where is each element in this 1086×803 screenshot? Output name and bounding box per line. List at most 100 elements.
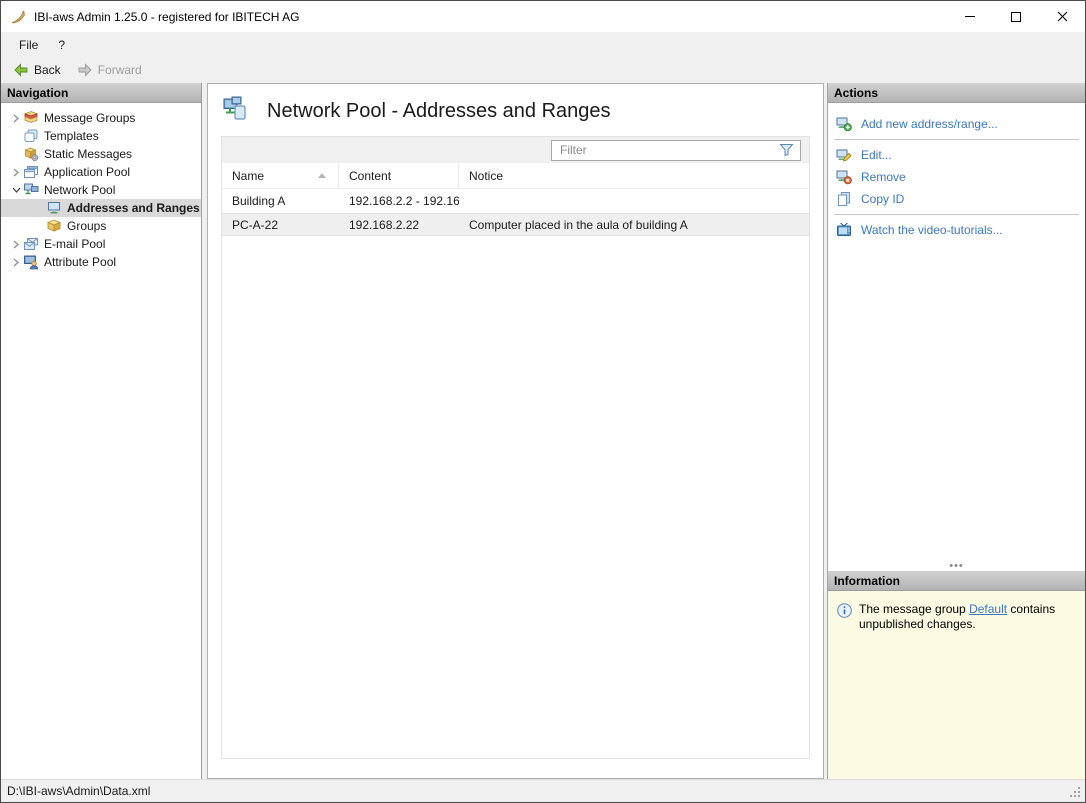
title-bar: IBI-aws Admin 1.25.0 - registered for IB…: [1, 1, 1085, 32]
actions-separator: [834, 139, 1079, 140]
close-icon: [1057, 11, 1067, 22]
column-label: Name: [232, 168, 265, 183]
sort-ascending-icon: [318, 173, 326, 178]
tree-label: Addresses and Ranges: [67, 201, 200, 215]
back-arrow-icon: [14, 63, 28, 77]
information-panel: The message group Default contains unpub…: [828, 591, 1085, 779]
forward-arrow-icon: [78, 63, 92, 77]
default-message-group-link[interactable]: Default: [969, 602, 1007, 616]
window-title: IBI-aws Admin 1.25.0 - registered for IB…: [34, 9, 300, 24]
back-label: Back: [34, 63, 61, 77]
action-label: Watch the video-tutorials...: [861, 223, 1003, 237]
action-watch-video-tutorials[interactable]: Watch the video-tutorials...: [828, 219, 1085, 241]
minimize-button[interactable]: [947, 1, 993, 32]
tree-item-static-messages[interactable]: Static Messages: [1, 145, 201, 163]
tree-item-message-groups[interactable]: Message Groups: [1, 109, 201, 127]
app-window: IBI-aws Admin 1.25.0 - registered for IB…: [0, 0, 1086, 803]
page-title: Network Pool - Addresses and Ranges: [267, 99, 611, 122]
table-row[interactable]: Building A 192.168.2.2 - 192.16...: [222, 189, 809, 213]
tree-label: Groups: [67, 219, 107, 233]
page-title-row: Network Pool - Addresses and Ranges: [208, 84, 823, 136]
tree-item-groups[interactable]: Groups: [1, 217, 201, 235]
main-panel: Network Pool - Addresses and Ranges Name: [207, 83, 824, 779]
menu-file[interactable]: File: [9, 35, 48, 55]
column-label: Content: [349, 168, 392, 183]
chevron-right-icon[interactable]: [9, 258, 23, 267]
chevron-right-icon[interactable]: [9, 168, 23, 177]
chevron-right-icon[interactable]: [9, 240, 23, 249]
column-header-name[interactable]: Name: [222, 163, 339, 188]
cell-name: PC-A-22: [232, 217, 279, 232]
tree-item-addresses-and-ranges[interactable]: Addresses and Ranges: [1, 199, 201, 217]
tree-label: Attribute Pool: [44, 255, 117, 269]
email-pool-icon: [23, 236, 39, 252]
content-area: Navigation Message Groups Templates Stat…: [1, 83, 1085, 779]
network-pool-page-icon: [223, 96, 246, 120]
status-bar: D:\IBI-aws\Admin\Data.xml: [1, 779, 1085, 802]
status-file-path: D:\IBI-aws\Admin\Data.xml: [7, 784, 151, 798]
actions-separator: [834, 214, 1079, 215]
action-label: Copy ID: [861, 192, 905, 206]
cell-notice: Computer placed in the aula of building …: [469, 217, 688, 232]
navigation-panel: Navigation Message Groups Templates Stat…: [1, 83, 202, 779]
cell-name: Building A: [232, 194, 286, 208]
action-remove[interactable]: Remove: [828, 166, 1085, 188]
column-header-notice[interactable]: Notice: [459, 163, 809, 188]
panel-splitter-grip[interactable]: •••: [828, 561, 1085, 572]
addresses-icon: [46, 200, 62, 216]
back-button[interactable]: Back: [6, 60, 68, 80]
action-label: Add new address/range...: [861, 117, 998, 131]
tree-label: Static Messages: [44, 147, 133, 161]
app-icon: [10, 9, 26, 25]
forward-button[interactable]: Forward: [70, 60, 149, 80]
info-icon: [837, 603, 852, 618]
tree-item-email-pool[interactable]: E-mail Pool: [1, 235, 201, 253]
action-edit[interactable]: Edit...: [828, 144, 1085, 166]
attribute-pool-icon: [23, 254, 39, 270]
tree-item-network-pool[interactable]: Network Pool: [1, 181, 201, 199]
navigation-header: Navigation: [1, 83, 201, 103]
tree-item-attribute-pool[interactable]: Attribute Pool: [1, 253, 201, 271]
tree-label: Application Pool: [44, 165, 131, 179]
tree-item-application-pool[interactable]: Application Pool: [1, 163, 201, 181]
cell-content: 192.168.2.22: [349, 217, 420, 232]
information-header: Information: [828, 571, 1085, 591]
tree-label: Templates: [44, 129, 99, 143]
maximize-button[interactable]: [993, 1, 1039, 32]
edit-icon: [836, 147, 852, 163]
filter-field[interactable]: [551, 139, 801, 161]
action-add-new-address-range[interactable]: Add new address/range...: [828, 113, 1085, 135]
minimize-icon: [965, 16, 975, 17]
message-groups-icon: [23, 110, 39, 126]
templates-icon: [23, 128, 39, 144]
resize-grip-icon[interactable]: [1069, 786, 1082, 799]
cell-content: 192.168.2.2 - 192.16...: [349, 194, 459, 208]
tree-item-templates[interactable]: Templates: [1, 127, 201, 145]
forward-label: Forward: [97, 63, 142, 77]
menu-help[interactable]: ?: [48, 35, 75, 55]
maximize-icon: [1011, 11, 1021, 22]
info-text-before: The message group: [859, 602, 970, 616]
navigation-tree: Message Groups Templates Static Messages…: [1, 103, 201, 779]
column-label: Notice: [469, 168, 504, 183]
action-label: Edit...: [861, 148, 892, 162]
filter-funnel-icon: [779, 143, 794, 157]
video-tutorials-icon: [836, 222, 852, 238]
action-copy-id[interactable]: Copy ID: [828, 188, 1085, 210]
close-button[interactable]: [1039, 1, 1085, 32]
chevron-down-icon[interactable]: [9, 186, 23, 194]
tree-label: E-mail Pool: [44, 237, 106, 251]
table-header: Name Content Notice: [222, 163, 809, 189]
table-row-selected[interactable]: PC-A-22 192.168.2.22 Computer placed in …: [222, 213, 809, 236]
column-header-content[interactable]: Content: [339, 163, 459, 188]
chevron-right-icon[interactable]: [9, 114, 23, 123]
action-label: Remove: [861, 170, 906, 184]
filter-bar: [222, 137, 809, 163]
filter-input[interactable]: [552, 143, 773, 157]
actions-panel: Add new address/range... Edit... Remove …: [828, 103, 1085, 572]
groups-icon: [46, 218, 62, 234]
static-messages-icon: [23, 146, 39, 162]
tree-label: Message Groups: [44, 111, 136, 125]
menu-bar: File ?: [1, 32, 1085, 57]
remove-icon: [836, 169, 852, 185]
